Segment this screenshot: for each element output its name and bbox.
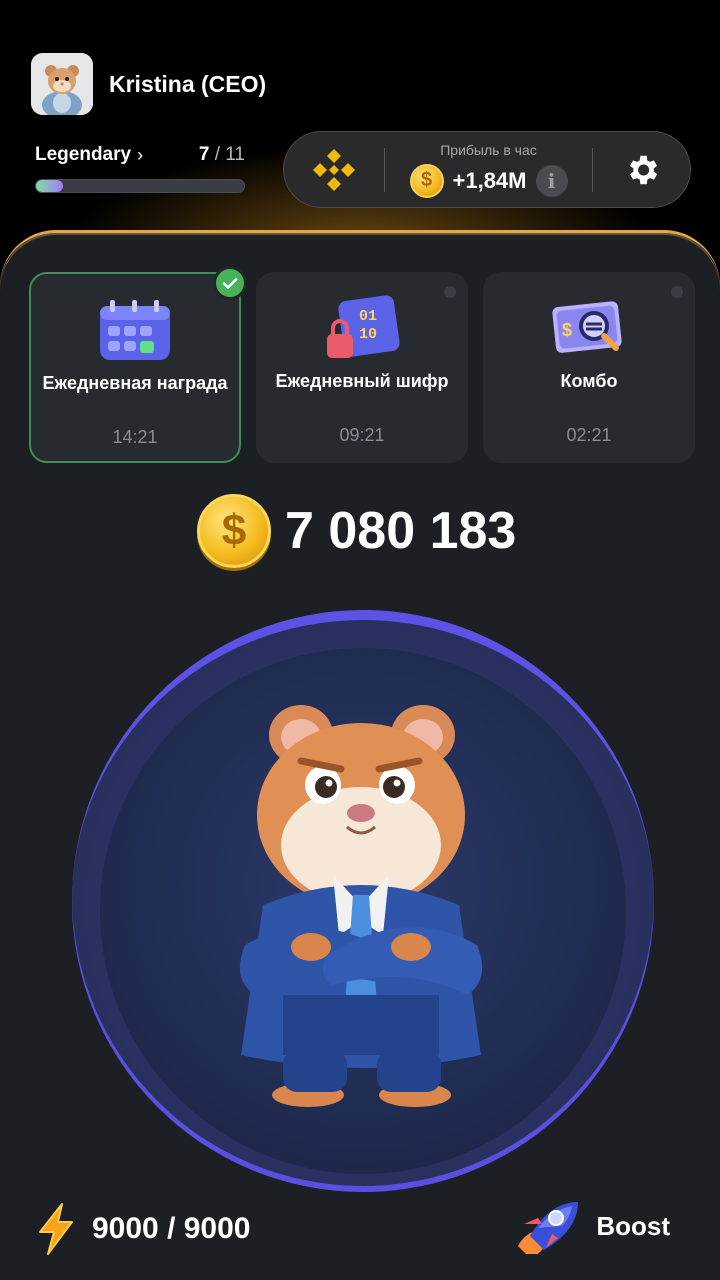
- energy: 9000 / 9000: [36, 1202, 250, 1256]
- status-dot: [671, 286, 683, 298]
- level-panel[interactable]: Legendary › 7 / 11: [35, 144, 245, 193]
- card-time: 09:21: [339, 425, 385, 445]
- balance-value: 7 080 183: [285, 502, 517, 560]
- user-profile[interactable]: Kristina (CEO): [31, 53, 266, 115]
- status-dot: [444, 286, 456, 298]
- lightning-icon: [39, 1203, 73, 1255]
- level-current: 7: [198, 144, 210, 165]
- level-count: 7 / 11: [199, 144, 245, 166]
- level-name: Legendary: [35, 144, 132, 165]
- svg-text:01: 01: [359, 308, 377, 325]
- profit-value: +1,84M: [452, 167, 527, 193]
- daily-cards: Ежедневная награда 14:21 01 10 Ежедневны…: [29, 266, 695, 463]
- profit-label: Прибыль в час: [440, 141, 537, 158]
- calendar-icon: [100, 300, 170, 360]
- info-icon[interactable]: i: [535, 164, 568, 197]
- card-title: Ежедневная награда: [42, 373, 228, 393]
- hamster-avatar-icon[interactable]: [31, 53, 93, 115]
- stats-pill: Прибыль в час $ +1,84M i: [283, 131, 691, 208]
- binance-icon[interactable]: [284, 145, 384, 195]
- boost-label: Boost: [596, 1210, 670, 1241]
- hamster-ceo-icon[interactable]: [183, 695, 539, 1110]
- level-progress-fill: [36, 180, 64, 192]
- daily-cipher-card[interactable]: 01 10 Ежедневный шифр 09:21: [256, 272, 468, 463]
- card-title: Ежедневный шифр: [275, 371, 449, 391]
- combo-card[interactable]: $ Комбо 02:21: [483, 272, 695, 463]
- level-separator: /: [214, 144, 220, 165]
- card-title: Комбо: [560, 371, 618, 391]
- level-progress-bar: [35, 179, 245, 193]
- combo-magnifier-icon: $: [552, 301, 622, 353]
- card-time: 02:21: [566, 425, 612, 445]
- cipher-lock-icon: 01 10: [327, 295, 400, 358]
- energy-value: 9000 / 9000: [92, 1212, 251, 1245]
- rocket-icon: [518, 1202, 579, 1254]
- balance: $ 7 080 183: [197, 494, 516, 568]
- boost-button[interactable]: Boost: [510, 1198, 670, 1254]
- coin-icon: $: [409, 163, 444, 198]
- profit-per-hour[interactable]: Прибыль в час $ +1,84M i: [385, 142, 592, 198]
- svg-text:10: 10: [359, 326, 377, 343]
- daily-reward-card[interactable]: Ежедневная награда 14:21: [29, 266, 247, 463]
- check-icon: [213, 266, 247, 300]
- level-total: 11: [225, 144, 245, 165]
- svg-text:$: $: [562, 320, 572, 340]
- level-link[interactable]: Legendary ›: [35, 144, 143, 166]
- coin-icon: $: [197, 494, 271, 568]
- user-name: Kristina (CEO): [109, 70, 267, 97]
- card-time: 14:21: [112, 427, 158, 447]
- gear-icon[interactable]: [593, 151, 690, 189]
- chevron-right-icon: ›: [137, 144, 144, 165]
